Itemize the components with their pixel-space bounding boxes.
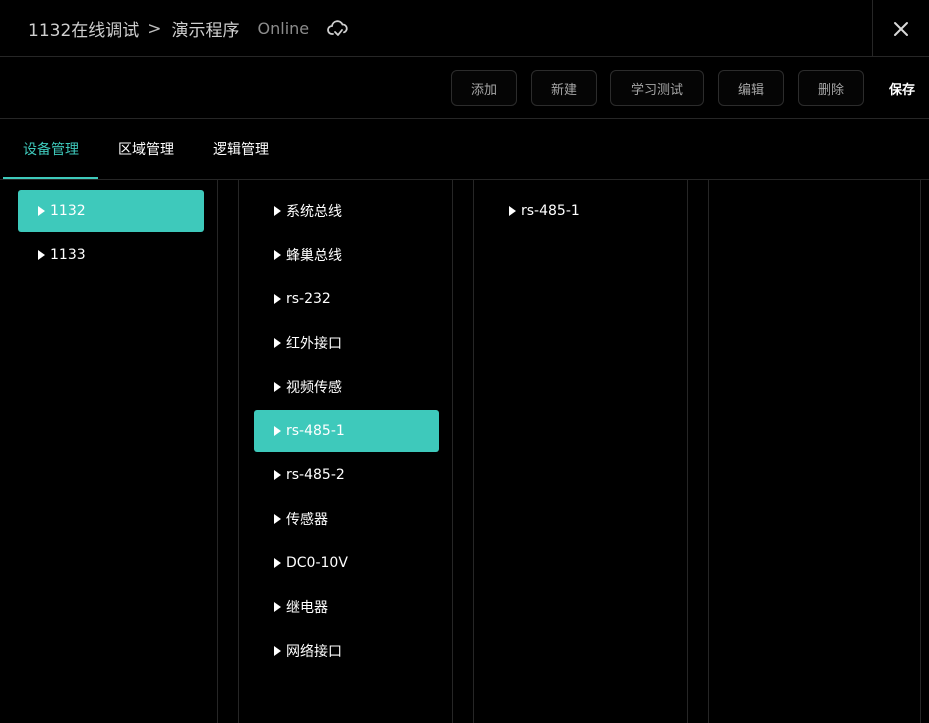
list-item[interactable]: rs-485-1 xyxy=(254,410,439,452)
add-button[interactable]: 添加 xyxy=(451,70,517,106)
list-item[interactable]: 继电器 xyxy=(254,586,439,628)
list-item[interactable]: rs-232 xyxy=(254,278,439,320)
list-item[interactable]: 系统总线 xyxy=(254,190,439,232)
new-button[interactable]: 新建 xyxy=(531,70,597,106)
tab-area-management[interactable]: 区域管理 xyxy=(118,119,174,179)
caret-right-icon xyxy=(274,602,281,612)
list-item[interactable]: 蜂巢总线 xyxy=(254,234,439,276)
edit-button[interactable]: 编辑 xyxy=(718,70,784,106)
caret-right-icon xyxy=(38,206,45,216)
close-icon xyxy=(894,21,908,36)
close-button[interactable] xyxy=(872,0,929,57)
list-item-label: rs-485-1 xyxy=(286,423,345,439)
list-item-label: 视频传感 xyxy=(286,380,342,396)
list-item-label: 网络接口 xyxy=(286,644,342,660)
list-item-label: 1133 xyxy=(50,247,86,263)
list-item[interactable]: 视频传感 xyxy=(254,366,439,408)
caret-right-icon xyxy=(509,206,516,216)
delete-button[interactable]: 删除 xyxy=(798,70,864,106)
caret-right-icon xyxy=(274,514,281,524)
breadcrumb: 1132在线调试 > 演示程序 Online xyxy=(28,0,349,57)
active-tab-indicator xyxy=(3,177,98,179)
list-item[interactable]: 1132 xyxy=(18,190,204,232)
tab-logic-management[interactable]: 逻辑管理 xyxy=(213,119,269,179)
caret-right-icon xyxy=(274,558,281,568)
list-item[interactable]: 传感器 xyxy=(254,498,439,540)
list-item-label: 系统总线 xyxy=(286,204,342,220)
breadcrumb-separator-icon: > xyxy=(147,18,162,39)
column-divider xyxy=(217,180,218,723)
program-name: 演示程序 xyxy=(171,21,240,41)
list-item-label: 1132 xyxy=(50,203,86,219)
column-divider xyxy=(452,180,453,723)
save-button[interactable]: 保存 xyxy=(889,70,915,106)
connection-status: Online xyxy=(257,19,310,38)
list-item[interactable]: 网络接口 xyxy=(254,630,439,672)
list-item[interactable]: 红外接口 xyxy=(254,322,439,364)
list-item-label: rs-485-2 xyxy=(286,467,345,483)
column-divider xyxy=(920,180,921,723)
list-item-label: rs-485-1 xyxy=(521,203,580,219)
tab-device-management[interactable]: 设备管理 xyxy=(23,119,79,179)
caret-right-icon xyxy=(274,646,281,656)
column-divider xyxy=(708,180,709,723)
list-item-label: 蜂巢总线 xyxy=(286,248,342,264)
column-divider xyxy=(687,180,688,723)
tab-bar: 设备管理 区域管理 逻辑管理 xyxy=(0,119,929,180)
project-name[interactable]: 1132在线调试 xyxy=(28,16,139,41)
list-item[interactable]: DC0-10V xyxy=(254,542,439,584)
caret-right-icon xyxy=(274,426,281,436)
caret-right-icon xyxy=(38,250,45,260)
caret-right-icon xyxy=(274,294,281,304)
caret-right-icon xyxy=(274,206,281,216)
caret-right-icon xyxy=(274,338,281,348)
list-item-label: 传感器 xyxy=(286,512,328,528)
caret-right-icon xyxy=(274,470,281,480)
title-bar: 1132在线调试 > 演示程序 Online xyxy=(0,0,929,57)
list-item-label: 红外接口 xyxy=(286,336,342,352)
list-item[interactable]: rs-485-1 xyxy=(489,190,674,232)
column-divider xyxy=(473,180,474,723)
list-item-label: DC0-10V xyxy=(286,555,348,571)
cloud-sync-icon xyxy=(327,18,349,40)
list-item[interactable]: 1133 xyxy=(18,234,204,276)
caret-right-icon xyxy=(274,382,281,392)
caret-right-icon xyxy=(274,250,281,260)
learn-test-button[interactable]: 学习测试 xyxy=(610,70,704,106)
toolbar: 添加 新建 学习测试 编辑 删除 保存 xyxy=(0,58,929,119)
list-item[interactable]: rs-485-2 xyxy=(254,454,439,496)
column-divider xyxy=(238,180,239,723)
list-item-label: 继电器 xyxy=(286,600,328,616)
list-item-label: rs-232 xyxy=(286,291,331,307)
